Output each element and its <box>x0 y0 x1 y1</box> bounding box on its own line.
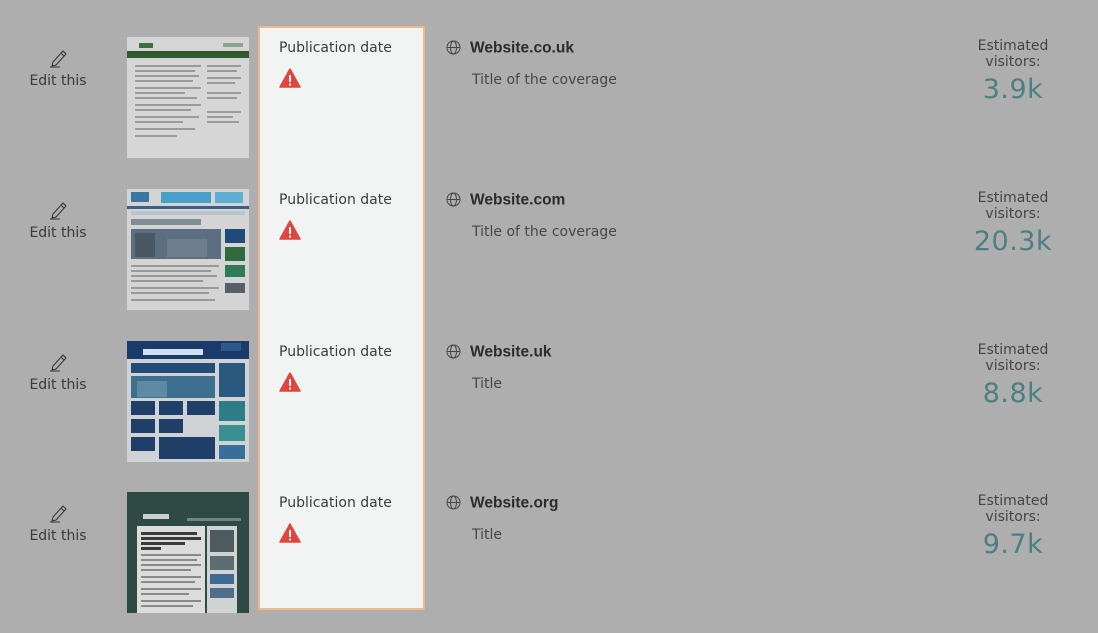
globe-icon <box>446 495 461 509</box>
coverage-thumbnail[interactable] <box>127 37 249 158</box>
edit-label: Edit this <box>29 528 87 544</box>
publication-date-label: Publication date <box>279 344 392 360</box>
coverage-title[interactable]: Title of the coverage <box>472 72 896 88</box>
estimated-visitors: Estimated visitors: 20.3k <box>958 190 1068 257</box>
pencil-icon <box>50 505 67 523</box>
publication-date[interactable]: Publication date <box>279 192 419 240</box>
publication-date-label: Publication date <box>279 495 392 511</box>
publication-date-label: Publication date <box>279 40 392 56</box>
edit-button[interactable]: Edit this <box>20 501 96 544</box>
pencil-icon <box>50 202 67 220</box>
coverage-row: Edit this Publication date <box>0 330 1098 482</box>
coverage-row: Edit this Publication date <box>0 178 1098 330</box>
visitors-value: 9.7k <box>982 529 1044 560</box>
coverage-title[interactable]: Title <box>472 376 896 392</box>
publication-date[interactable]: Publication date <box>279 40 419 88</box>
website-name[interactable]: Website.com <box>470 192 565 209</box>
globe-icon <box>446 192 461 206</box>
pencil-icon <box>50 354 67 372</box>
website-info: Website.com Title of the coverage <box>446 190 896 240</box>
edit-button[interactable]: Edit this <box>20 198 96 241</box>
website-info: Website.org Title <box>446 493 896 543</box>
coverage-row: Edit this Publication date Website.co.uk… <box>0 26 1098 178</box>
publication-date[interactable]: Publication date <box>279 344 419 392</box>
estimated-visitors: Estimated visitors: 3.9k <box>958 38 1068 105</box>
warning-icon <box>279 372 301 392</box>
visitors-label: Estimated visitors: <box>977 493 1049 525</box>
coverage-title[interactable]: Title of the coverage <box>472 224 896 240</box>
coverage-thumbnail[interactable] <box>127 492 249 613</box>
warning-icon <box>279 220 301 240</box>
warning-icon <box>279 68 301 88</box>
estimated-visitors: Estimated visitors: 9.7k <box>958 493 1068 560</box>
visitors-value: 3.9k <box>982 74 1044 105</box>
website-name[interactable]: Website.org <box>470 495 558 512</box>
visitors-label: Estimated visitors: <box>977 342 1049 374</box>
visitors-label: Estimated visitors: <box>977 38 1049 70</box>
visitors-label: Estimated visitors: <box>977 190 1049 222</box>
visitors-value: 8.8k <box>982 378 1044 409</box>
edit-button[interactable]: Edit this <box>20 46 96 89</box>
coverage-title[interactable]: Title <box>472 527 896 543</box>
publication-date-label: Publication date <box>279 192 392 208</box>
coverage-row: Edit this Publication date Website.org T… <box>0 481 1098 633</box>
website-info: Website.co.uk Title of the coverage <box>446 38 896 88</box>
edit-label: Edit this <box>29 73 87 89</box>
coverage-thumbnail[interactable] <box>127 189 249 310</box>
estimated-visitors: Estimated visitors: 8.8k <box>958 342 1068 409</box>
warning-icon <box>279 523 301 543</box>
pencil-icon <box>50 50 67 68</box>
publication-date[interactable]: Publication date <box>279 495 419 543</box>
website-name[interactable]: Website.uk <box>470 344 552 361</box>
website-name[interactable]: Website.co.uk <box>470 40 574 57</box>
visitors-value: 20.3k <box>973 226 1053 257</box>
edit-label: Edit this <box>29 225 87 241</box>
globe-icon <box>446 344 461 358</box>
coverage-thumbnail[interactable] <box>127 341 249 462</box>
globe-icon <box>446 40 461 54</box>
website-info: Website.uk Title <box>446 342 896 392</box>
edit-button[interactable]: Edit this <box>20 350 96 393</box>
edit-label: Edit this <box>29 377 87 393</box>
